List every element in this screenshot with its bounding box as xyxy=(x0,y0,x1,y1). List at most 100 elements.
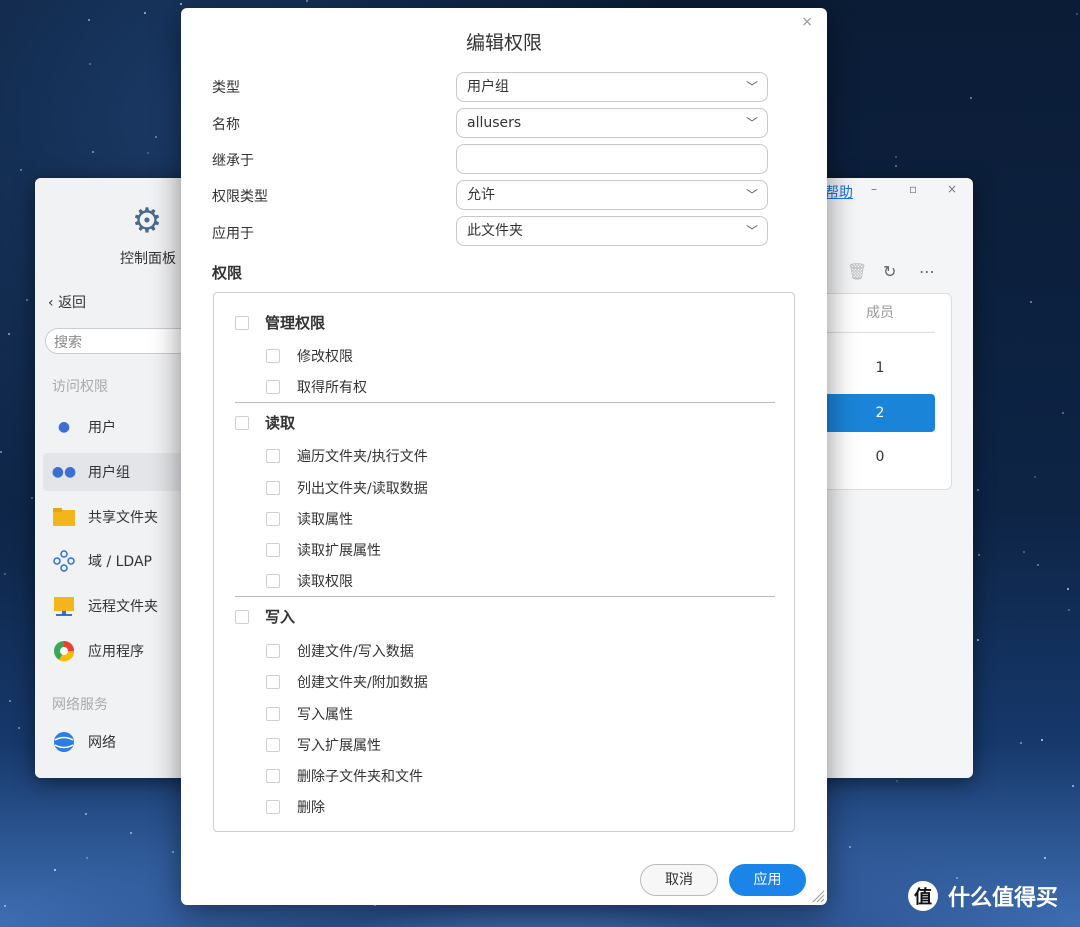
group-divider xyxy=(235,402,775,403)
table-row[interactable]: 1 xyxy=(825,349,935,387)
back-button[interactable]: ‹ 返回 xyxy=(48,292,86,312)
members-table: 成员 1 2 0 xyxy=(825,293,952,490)
app-icon xyxy=(53,640,75,662)
sidebar-item-domain-ldap[interactable]: 域 / LDAP xyxy=(43,542,183,580)
permission-item-label: 删除子文件夹和文件 xyxy=(297,769,423,785)
permission-item[interactable]: 列出文件夹/读取数据 xyxy=(266,478,428,498)
name-select[interactable]: allusers ﹀ xyxy=(456,108,768,138)
checkbox[interactable] xyxy=(266,574,280,588)
close-icon[interactable]: × xyxy=(947,182,957,196)
star xyxy=(956,876,959,879)
name-label: 名称 xyxy=(212,117,240,133)
star xyxy=(53,868,56,871)
sidebar-item-label: 远程文件夹 xyxy=(88,599,158,615)
sidebar-item-users[interactable]: ● 用户 xyxy=(43,408,183,446)
maximize-icon[interactable]: ▫ xyxy=(909,182,917,196)
sidebar-item-network[interactable]: 网络 xyxy=(43,723,183,761)
search-input[interactable]: 搜索 xyxy=(45,328,195,354)
permission-group-write[interactable]: 写入 xyxy=(235,606,295,627)
checkbox[interactable] xyxy=(266,543,280,557)
help-link[interactable]: 帮助 xyxy=(825,182,853,202)
permission-item-label: 创建文件/写入数据 xyxy=(297,644,414,660)
permission-item[interactable]: 遍历文件夹/执行文件 xyxy=(266,446,428,466)
star xyxy=(1067,609,1070,612)
group-label: 读取 xyxy=(265,414,296,432)
folder-icon xyxy=(53,506,75,528)
star xyxy=(3,573,6,576)
permission-group-admin[interactable]: 管理权限 xyxy=(235,312,325,333)
sidebar-item-remote-folder[interactable]: 远程文件夹 xyxy=(43,587,183,625)
checkbox[interactable] xyxy=(266,449,280,463)
permission-item[interactable]: 删除子文件夹和文件 xyxy=(266,766,423,786)
checkbox[interactable] xyxy=(266,769,280,783)
permission-item[interactable]: 删除 xyxy=(266,797,325,817)
inherit-label: 继承于 xyxy=(212,153,254,169)
domain-icon xyxy=(53,550,75,572)
section-label-network-services: 网络服务 xyxy=(52,697,108,713)
sidebar-item-label: 用户组 xyxy=(88,465,130,481)
permission-type-label: 权限类型 xyxy=(212,189,268,205)
apply-button[interactable]: 应用 xyxy=(729,864,806,896)
permission-item-label: 写入属性 xyxy=(297,707,353,723)
permission-item[interactable]: 读取属性 xyxy=(266,509,353,529)
sidebar-item-shared-folder[interactable]: 共享文件夹 xyxy=(43,498,183,536)
star xyxy=(91,150,94,153)
permission-type-value: 允许 xyxy=(467,187,495,203)
sidebar-item-user-groups[interactable]: ●● 用户组 xyxy=(43,453,183,491)
type-select-value: 用户组 xyxy=(467,79,509,95)
cancel-button[interactable]: 取消 xyxy=(640,864,718,896)
permission-item[interactable]: 取得所有权 xyxy=(266,377,367,397)
table-row-selected[interactable]: 2 xyxy=(825,394,935,432)
checkbox[interactable] xyxy=(266,644,280,658)
permission-type-select[interactable]: 允许 ﹀ xyxy=(456,180,768,210)
inherit-field[interactable] xyxy=(456,144,768,174)
checkbox[interactable] xyxy=(266,738,280,752)
checkbox[interactable] xyxy=(266,349,280,363)
star xyxy=(155,136,158,139)
trash-icon[interactable]: 🗑 xyxy=(847,262,867,281)
apply-to-select[interactable]: 此文件夹 ﹀ xyxy=(456,216,768,246)
permission-item[interactable]: 读取扩展属性 xyxy=(266,540,381,560)
permission-item[interactable]: 修改权限 xyxy=(266,346,353,366)
star xyxy=(895,779,898,782)
checkbox[interactable] xyxy=(266,481,280,495)
type-select[interactable]: 用户组 ﹀ xyxy=(456,72,768,102)
sidebar-item-applications[interactable]: 应用程序 xyxy=(43,632,183,670)
star xyxy=(4,905,7,908)
more-icon[interactable]: ⋯ xyxy=(919,262,935,281)
checkbox[interactable] xyxy=(266,675,280,689)
star xyxy=(171,851,174,854)
resize-grip-icon[interactable] xyxy=(811,889,825,903)
table-row[interactable]: 0 xyxy=(825,438,935,476)
checkbox[interactable] xyxy=(266,800,280,814)
chevron-down-icon: ﹀ xyxy=(745,224,758,238)
checkbox[interactable] xyxy=(266,380,280,394)
permission-item-label: 删除 xyxy=(297,800,325,816)
star xyxy=(305,0,308,3)
permission-item[interactable]: 读取权限 xyxy=(266,571,353,591)
star xyxy=(31,496,34,499)
permission-item[interactable]: 写入属性 xyxy=(266,704,353,724)
checkbox[interactable] xyxy=(235,609,249,624)
star xyxy=(976,488,979,491)
star xyxy=(1072,784,1075,787)
checkbox[interactable] xyxy=(266,707,280,721)
refresh-icon[interactable]: ↻ xyxy=(883,262,896,281)
star xyxy=(84,812,87,815)
permission-group-read[interactable]: 读取 xyxy=(235,412,295,433)
permission-item[interactable]: 创建文件夹/附加数据 xyxy=(266,672,428,692)
permission-item[interactable]: 创建文件/写入数据 xyxy=(266,641,414,661)
star xyxy=(1076,13,1079,16)
checkbox[interactable] xyxy=(235,315,249,330)
sidebar-item-label: 共享文件夹 xyxy=(88,510,158,526)
permissions-list: 管理权限 修改权限 取得所有权 读取 遍历文件夹/执行文件 列出文件夹/读取数据… xyxy=(213,292,795,832)
star xyxy=(1041,738,1044,741)
permission-item[interactable]: 写入扩展属性 xyxy=(266,735,381,755)
star xyxy=(85,856,88,859)
chevron-down-icon: ﹀ xyxy=(745,80,758,94)
star xyxy=(1022,550,1025,553)
minimize-icon[interactable]: – xyxy=(871,182,877,196)
checkbox[interactable] xyxy=(235,415,249,430)
checkbox[interactable] xyxy=(266,512,280,526)
name-select-value: allusers xyxy=(467,115,522,131)
